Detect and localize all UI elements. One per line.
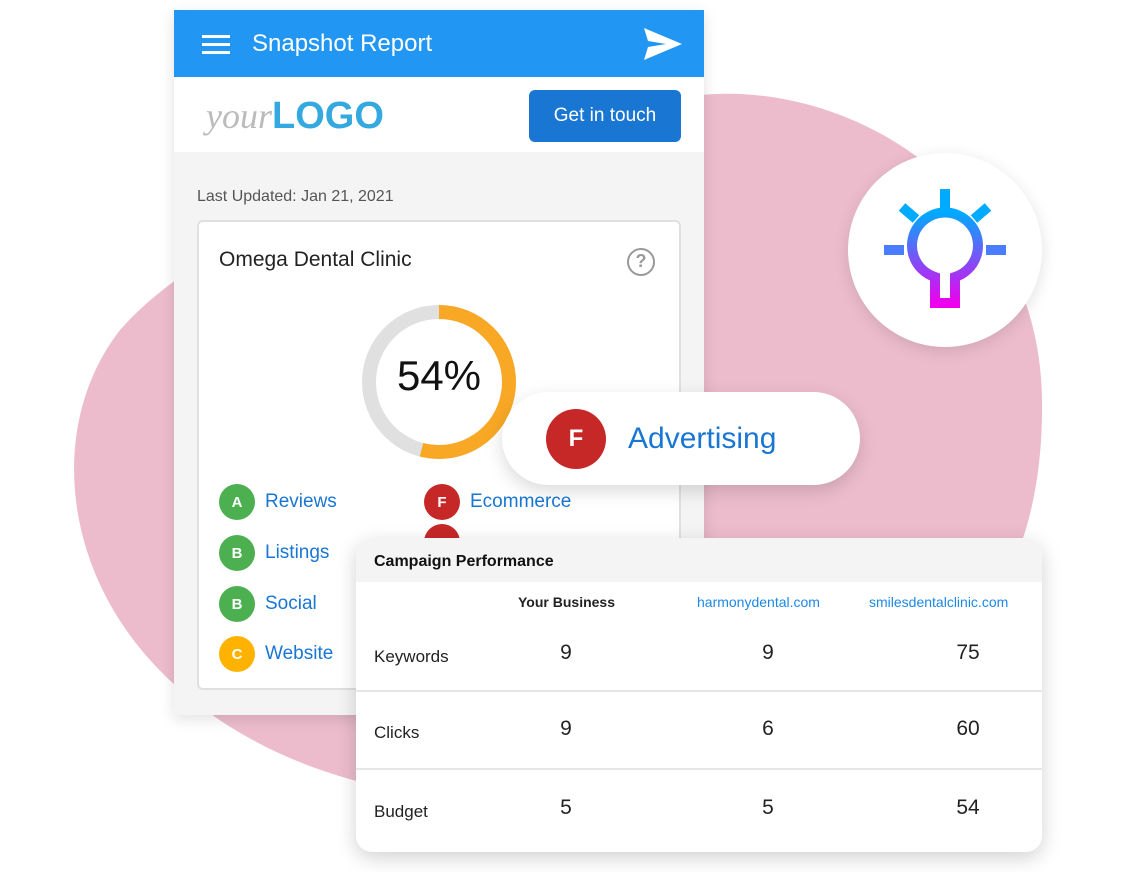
send-icon[interactable] bbox=[644, 28, 682, 60]
grade-badge: B bbox=[219, 535, 255, 571]
logo-row: yourLOGO Get in touch bbox=[174, 77, 704, 152]
help-icon[interactable]: ? bbox=[627, 248, 655, 276]
last-updated: Last Updated: Jan 21, 2021 bbox=[197, 188, 394, 205]
logo-text: LOGO bbox=[272, 95, 384, 137]
grade-badge: C bbox=[219, 636, 255, 672]
table-cell: 6 bbox=[762, 717, 774, 740]
grade-badge: F bbox=[424, 484, 460, 520]
table-cell: 9 bbox=[762, 641, 774, 664]
campaign-performance-table: Campaign Performance Your Business harmo… bbox=[356, 538, 1042, 852]
grade-item[interactable]: B Social bbox=[219, 586, 317, 622]
grade-label: Social bbox=[265, 593, 317, 614]
row-label: Budget bbox=[374, 802, 428, 821]
grade-item[interactable]: F Ecommerce bbox=[424, 484, 571, 520]
table-title: Campaign Performance bbox=[356, 538, 1042, 582]
table-cell: 54 bbox=[956, 796, 980, 819]
table-cell: 9 bbox=[560, 641, 572, 664]
table-cell: 60 bbox=[956, 717, 980, 740]
grade-label: Reviews bbox=[265, 491, 337, 512]
lightbulb-icon bbox=[884, 189, 1006, 308]
app-header: Snapshot Report bbox=[174, 10, 704, 77]
column-header[interactable]: smilesdentalclinic.com bbox=[869, 594, 1008, 610]
hamburger-icon[interactable] bbox=[202, 35, 230, 54]
grade-item[interactable]: C Website bbox=[219, 636, 333, 672]
grade-badge: A bbox=[219, 484, 255, 520]
table-cell: 9 bbox=[560, 717, 572, 740]
advertising-label: Advertising bbox=[628, 421, 777, 455]
grade-label: Website bbox=[265, 643, 334, 664]
row-label: Clicks bbox=[374, 723, 420, 742]
grade-label: Listings bbox=[265, 542, 330, 563]
advertising-pill[interactable]: F Advertising bbox=[502, 392, 860, 485]
business-name: Omega Dental Clinic bbox=[219, 248, 412, 271]
table-cell: 75 bbox=[956, 641, 980, 664]
table-row: Budget 5 5 54 bbox=[356, 770, 1042, 850]
grade-badge: B bbox=[219, 586, 255, 622]
grade-badge: F bbox=[546, 408, 606, 469]
table-cell: 5 bbox=[762, 796, 774, 819]
table-row: Keywords 9 9 75 bbox=[356, 618, 1042, 692]
app-title: Snapshot Report bbox=[252, 30, 433, 57]
column-header[interactable]: harmonydental.com bbox=[697, 594, 820, 610]
table-cell: 5 bbox=[560, 796, 572, 819]
get-in-touch-button[interactable]: Get in touch bbox=[529, 90, 681, 142]
table-row: Clicks 9 6 60 bbox=[356, 692, 1042, 770]
lightbulb-badge bbox=[848, 153, 1042, 347]
grade-label: Ecommerce bbox=[470, 491, 572, 512]
row-label: Keywords bbox=[374, 647, 449, 666]
grade-item[interactable]: A Reviews bbox=[219, 484, 337, 520]
grade-item[interactable]: B Listings bbox=[219, 535, 329, 571]
column-header: Your Business bbox=[518, 594, 615, 610]
logo-your: your bbox=[206, 96, 272, 136]
score-percent: 54% bbox=[396, 352, 482, 399]
logo: yourLOGO bbox=[206, 95, 384, 138]
